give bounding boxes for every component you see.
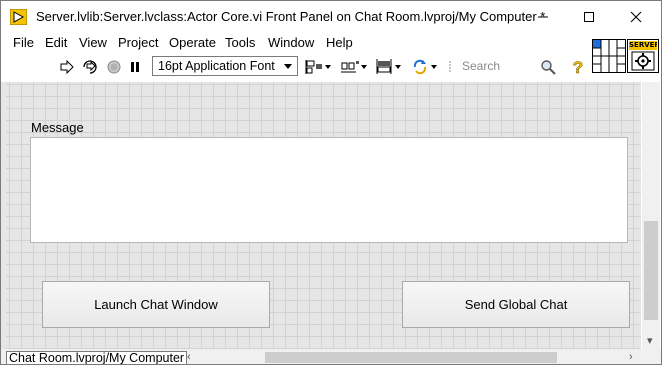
separator-dots-icon	[449, 61, 451, 72]
front-panel-window: Server.lvlib:Server.lvclass:Actor Core.v…	[0, 0, 662, 365]
menu-view[interactable]: View	[79, 35, 107, 50]
search-input[interactable]	[462, 58, 534, 74]
search-box[interactable]	[456, 57, 560, 77]
abort-button[interactable]	[105, 56, 123, 78]
pause-icon	[131, 62, 139, 72]
pause-button[interactable]	[127, 56, 143, 78]
abort-icon	[107, 60, 121, 74]
resize-objects-button[interactable]	[376, 56, 404, 78]
vi-icon[interactable]: SERVER	[627, 39, 659, 73]
reorder-button[interactable]	[412, 56, 440, 78]
vi-icon-badge: SERVER	[629, 41, 657, 50]
menu-window[interactable]: Window	[268, 35, 314, 50]
close-button[interactable]	[613, 1, 659, 33]
help-question-icon: ?	[573, 58, 584, 76]
project-context-label: Chat Room.lvproj/My Computer	[6, 351, 188, 364]
chevron-down-icon	[284, 64, 292, 69]
run-continuously-button[interactable]	[80, 56, 100, 78]
menu-bar: File Edit View Project Operate Tools Win…	[1, 33, 591, 53]
svg-text:?: ?	[573, 58, 583, 76]
server-gear-icon	[631, 51, 655, 71]
distribute-objects-icon	[341, 61, 367, 73]
minimize-icon	[538, 16, 548, 18]
align-objects-button[interactable]	[305, 56, 333, 78]
window-title: Server.lvlib:Server.lvclass:Actor Core.v…	[36, 9, 546, 24]
message-string-control[interactable]	[30, 137, 628, 243]
menu-operate[interactable]: Operate	[169, 35, 216, 50]
close-icon	[630, 11, 642, 23]
menu-edit[interactable]: Edit	[45, 35, 67, 50]
vertical-scrollbar[interactable]: ▾	[642, 82, 660, 349]
scroll-down-arrow-icon[interactable]: ▾	[647, 334, 653, 347]
vertical-scroll-thumb[interactable]	[644, 221, 658, 320]
toolbar-separator	[445, 56, 455, 78]
horizontal-scroll-thumb[interactable]	[265, 352, 557, 363]
run-continuously-icon	[83, 60, 97, 74]
minimize-button[interactable]	[520, 1, 566, 33]
labview-app-icon	[10, 9, 27, 25]
connector-pane-grid-icon	[593, 40, 625, 72]
front-panel-canvas[interactable]: Message Launch Chat Window Send Global C…	[6, 82, 641, 349]
launch-chat-window-button[interactable]: Launch Chat Window	[42, 281, 270, 328]
align-objects-icon	[305, 60, 331, 74]
context-help-button[interactable]: ?	[568, 56, 588, 78]
run-button[interactable]	[58, 56, 76, 78]
run-arrow-icon	[60, 60, 74, 74]
resize-objects-icon	[376, 59, 401, 74]
message-label: Message	[31, 120, 84, 135]
title-bar[interactable]: Server.lvlib:Server.lvclass:Actor Core.v…	[1, 1, 661, 33]
menu-tools[interactable]: Tools	[225, 35, 255, 50]
reorder-icon	[413, 59, 437, 75]
menu-file[interactable]: File	[13, 35, 34, 50]
font-select[interactable]: 16pt Application Font	[152, 56, 298, 76]
distribute-objects-button[interactable]	[341, 56, 369, 78]
connector-pane[interactable]	[592, 39, 626, 73]
maximize-button[interactable]	[566, 1, 612, 33]
menu-project[interactable]: Project	[118, 35, 158, 50]
menu-help[interactable]: Help	[326, 35, 353, 50]
font-select-value: 16pt Application Font	[158, 59, 275, 73]
scroll-right-arrow-icon[interactable]: ›	[629, 351, 633, 363]
scroll-left-arrow-icon[interactable]: ‹	[187, 351, 191, 363]
maximize-icon	[584, 12, 594, 22]
send-global-chat-button[interactable]: Send Global Chat	[402, 281, 630, 328]
